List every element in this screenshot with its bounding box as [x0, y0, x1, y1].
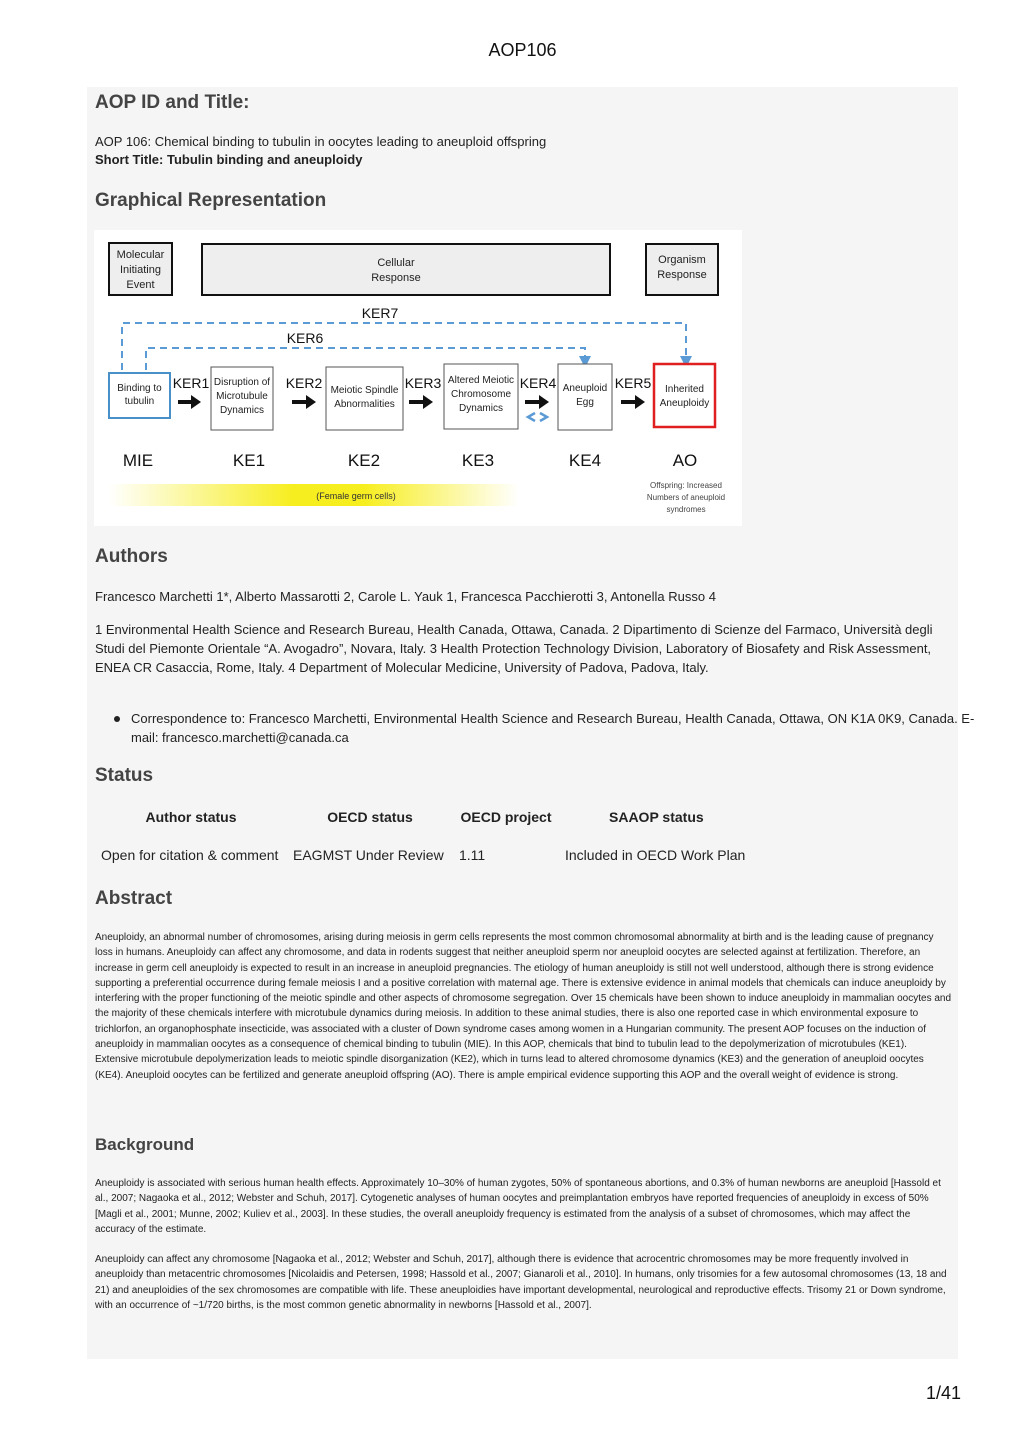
status-col-saaop: SAAOP status [609, 809, 704, 825]
ker4: KER4 [520, 375, 557, 423]
authors-heading: Authors [95, 546, 168, 567]
svg-text:Egg: Egg [576, 397, 594, 408]
svg-text:Binding to: Binding to [117, 383, 162, 394]
svg-text:Disruption of: Disruption of [214, 377, 270, 388]
status-col-oecd: OECD status [327, 809, 413, 825]
background-paragraph-2: Aneuploidy can affect any chromosome [Na… [95, 1254, 947, 1311]
aop-title: AOP 106: Chemical binding to tubulin in … [95, 134, 547, 149]
germ-cell-gradient [109, 484, 519, 506]
correspondence-list: Correspondence to: Francesco Marchetti, … [95, 709, 986, 747]
ker3: KER3 [405, 375, 442, 409]
event-box-ke1: Disruption of Microtubule Dynamics [210, 366, 274, 431]
page-number: 1/41 [926, 1383, 962, 1403]
ao-note-line1: Offspring: Increased [650, 481, 722, 490]
ker7-label: KER7 [362, 305, 399, 321]
ao-note-line2: Numbers of aneuploid [647, 493, 725, 502]
svg-text:Aneuploidy: Aneuploidy [660, 398, 709, 409]
status-col-project: OECD project [460, 809, 552, 825]
author-names: Francesco Marchetti 1*, Alberto Massarot… [95, 589, 716, 604]
svg-text:Event: Event [126, 279, 154, 291]
tag-mie: MIE [123, 451, 153, 470]
svg-text:Chromosome: Chromosome [451, 389, 511, 400]
level-box-mie: Molecular Initiating Event [108, 242, 173, 296]
abstract-heading: Abstract [95, 888, 173, 909]
svg-text:Response: Response [371, 272, 421, 284]
correspondence-item: Correspondence to: Francesco Marchetti, … [114, 709, 986, 747]
tag-ke1: KE1 [233, 451, 265, 470]
svg-text:Microtubule: Microtubule [216, 391, 268, 402]
svg-text:Abnormalities: Abnormalities [334, 399, 395, 410]
tag-ao: AO [673, 451, 698, 470]
svg-text:Molecular: Molecular [117, 249, 165, 261]
background-heading: Background [95, 1135, 195, 1154]
level-box-organism: Organism Response [645, 243, 719, 296]
svg-text:Altered Meiotic: Altered Meiotic [448, 375, 514, 386]
event-box-ao: Inherited Aneuploidy [652, 362, 717, 429]
event-box-ke4: Aneuploid Egg [557, 363, 613, 431]
status-saaop-value: Included in OECD Work Plan [565, 847, 746, 863]
svg-text:Dynamics: Dynamics [220, 405, 264, 416]
ker7-connector [121, 322, 692, 370]
aop-id-heading: AOP ID and Title: [95, 92, 250, 113]
status-col-author: Author status [145, 809, 237, 825]
status-oecd-value: EAGMST Under Review [293, 847, 444, 863]
status-heading: Status [95, 765, 154, 786]
status-project-value: 1.11 [459, 847, 486, 863]
status-row: Open for citation & comment EAGMST Under… [95, 839, 765, 863]
svg-text:KER4: KER4 [520, 375, 557, 391]
germ-cell-label: (Female germ cells) [316, 491, 396, 501]
svg-text:Organism: Organism [658, 254, 706, 266]
ker1: KER1 [173, 375, 210, 409]
graphical-heading: Graphical Representation [95, 190, 327, 211]
svg-text:KER2: KER2 [286, 375, 323, 391]
tag-ke2: KE2 [348, 451, 380, 470]
tag-ke3: KE3 [462, 451, 494, 470]
aop-diagram: Molecular Initiating Event Cellular Resp… [94, 230, 742, 526]
svg-text:Dynamics: Dynamics [459, 403, 503, 414]
document-content: AOP ID and Title: AOP 106: Chemical bind… [87, 87, 974, 1359]
short-title: Short Title: Tubulin binding and aneuplo… [95, 152, 363, 167]
svg-text:tubulin: tubulin [125, 396, 154, 407]
event-box-ke2: Meiotic Spindle Abnormalities [325, 366, 404, 431]
svg-text:Response: Response [657, 269, 707, 281]
background-paragraph-1: Aneuploidy is associated with serious hu… [95, 1178, 941, 1235]
svg-text:KER1: KER1 [173, 375, 210, 391]
svg-text:Initiating: Initiating [120, 264, 161, 276]
event-box-mie: Binding to tubulin [108, 372, 171, 419]
svg-text:Inherited: Inherited [665, 384, 704, 395]
ao-note-line3: syndromes [666, 505, 705, 514]
status-author-value: Open for citation & comment [101, 847, 279, 863]
svg-text:KER5: KER5 [615, 375, 652, 391]
level-box-cellular: Cellular Response [201, 243, 611, 296]
ker6-label: KER6 [287, 330, 324, 346]
abstract-text: Aneuploidy, an abnormal number of chromo… [95, 932, 952, 1081]
event-box-ke3: Altered Meiotic Chromosome Dynamics [443, 363, 519, 430]
page-header-title: AOP106 [488, 40, 557, 60]
svg-text:Meiotic Spindle: Meiotic Spindle [331, 385, 399, 396]
ker5: KER5 [615, 375, 652, 409]
status-table: Author status OECD status OECD project S… [95, 809, 765, 863]
ker2: KER2 [286, 375, 323, 409]
author-affiliations: 1 Environmental Health Science and Resea… [95, 622, 933, 675]
svg-text:Aneuploid: Aneuploid [563, 383, 607, 394]
tag-ke4: KE4 [569, 451, 601, 470]
svg-text:Cellular: Cellular [377, 257, 415, 269]
svg-text:KER3: KER3 [405, 375, 442, 391]
